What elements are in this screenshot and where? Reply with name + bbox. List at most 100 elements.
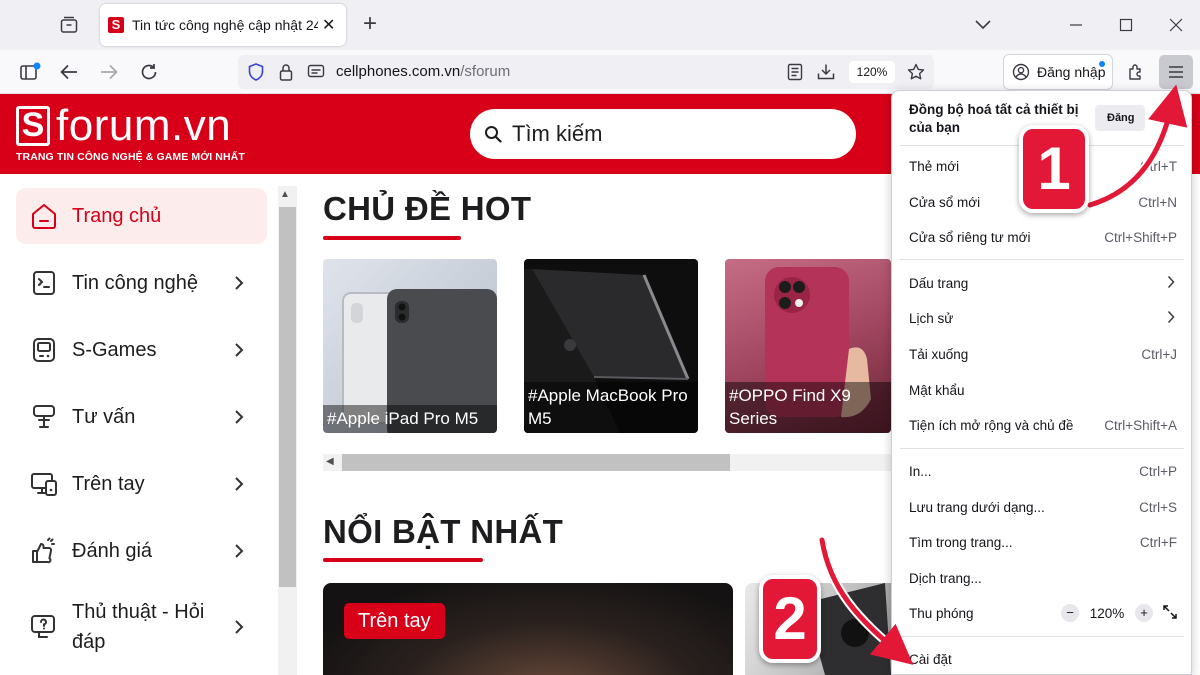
review-icon <box>28 535 60 567</box>
menu-item-find[interactable]: Tìm trong trang... Ctrl+F <box>909 530 1177 554</box>
page-info-icon[interactable] <box>306 62 326 82</box>
menu-item-settings[interactable]: Cài đặt <box>909 647 1177 671</box>
minimize-icon[interactable] <box>1066 15 1086 35</box>
menu-item-print[interactable]: In... Ctrl+P <box>909 459 1177 483</box>
fullscreen-icon[interactable] <box>1163 604 1177 622</box>
zoom-in-button[interactable]: + <box>1135 604 1153 622</box>
extensions-puzzle-icon[interactable] <box>1125 61 1147 83</box>
menu-item-label: Lưu trang dưới dạng... <box>909 499 1045 515</box>
tab-groups-icon[interactable] <box>58 14 80 36</box>
chevron-right-icon <box>1167 310 1175 327</box>
step-2-badge: 2 <box>759 575 821 663</box>
menu-item-label: Cài đặt <box>909 651 952 667</box>
url-path: /sforum <box>460 63 511 80</box>
hot-topics-underline <box>323 236 461 240</box>
menu-item-translate[interactable]: Dịch trang... <box>909 566 1177 590</box>
advice-icon <box>28 401 60 433</box>
menu-item-label: Thu phóng <box>909 605 974 621</box>
sidebar-item-advice[interactable]: Tư vấn <box>16 389 267 445</box>
menu-item-shortcut: Ctrl+N <box>1138 194 1177 210</box>
tab-bar: S Tin tức công nghệ cập nhật 24h ✕ + <box>0 0 1200 50</box>
menu-item-shortcut: Ctrl+T <box>1139 158 1177 174</box>
sync-signin-button[interactable]: Đăng <box>1095 105 1145 131</box>
cards-scrollbar-thumb[interactable] <box>342 454 730 471</box>
sidebar-item-home[interactable]: Trang chủ <box>16 188 267 244</box>
zoom-value[interactable]: 120% <box>1079 606 1135 621</box>
sidebar-item-hands-on[interactable]: Trên tay <box>16 456 267 512</box>
reload-icon[interactable] <box>138 61 160 83</box>
menu-item-downloads[interactable]: Tải xuống Ctrl+J <box>909 342 1177 366</box>
menu-item-label: Dịch trang... <box>909 570 982 586</box>
menu-separator <box>900 448 1184 449</box>
sidebar-item-label: Đánh giá <box>72 540 153 562</box>
hands-on-icon <box>28 468 60 500</box>
tab-close-icon[interactable]: ✕ <box>322 15 335 35</box>
sidebar-item-label: Thủ thuật - Hỏi đáp <box>72 601 205 653</box>
hot-card-macbook[interactable]: #Apple MacBook Pro M5 <box>524 259 698 433</box>
menu-item-history[interactable]: Lịch sử <box>909 306 1177 330</box>
sidebar-item-label: Tư vấn <box>72 406 136 428</box>
navigation-toolbar: cellphones.com.vn/sforum 120% Đăng nhập <box>0 50 1200 94</box>
featured-badge: Trên tay <box>344 603 445 639</box>
back-icon[interactable] <box>58 61 80 83</box>
url-text[interactable]: cellphones.com.vn/sforum <box>336 63 510 80</box>
menu-item-label: Lịch sử <box>909 310 954 326</box>
hot-card-ipad[interactable]: #Apple iPad Pro M5 <box>323 259 497 433</box>
signin-label: Đăng nhập <box>1037 64 1106 80</box>
menu-item-zoom: Thu phóng − 120% + <box>909 601 1177 625</box>
logo-name[interactable]: forum.vn <box>56 102 231 150</box>
zoom-indicator[interactable]: 120% <box>849 61 895 83</box>
sidebar-item-review[interactable]: Đánh giá <box>16 523 267 579</box>
scroll-up-arrow-icon[interactable]: ▲ <box>280 189 290 200</box>
home-icon <box>28 200 60 232</box>
bookmark-star-icon[interactable] <box>906 62 926 82</box>
tab-list-chevron-icon[interactable] <box>973 15 993 35</box>
new-tab-button[interactable]: + <box>358 10 382 37</box>
menu-item-shortcut: Ctrl+P <box>1139 463 1177 479</box>
forward-icon[interactable] <box>98 61 120 83</box>
menu-item-passwords[interactable]: Mật khẩu <box>909 378 1177 402</box>
zoom-out-button[interactable]: − <box>1061 604 1079 622</box>
app-menu-button[interactable] <box>1159 55 1193 89</box>
scroll-left-arrow-icon[interactable]: ◀ <box>326 456 334 467</box>
sidebar: Trang chủ Tin công nghệ S-Games Tư vấn T… <box>0 174 298 675</box>
menu-separator <box>900 259 1184 260</box>
news-icon <box>28 267 60 299</box>
address-bar[interactable]: cellphones.com.vn/sforum 120% <box>238 55 934 89</box>
menu-item-private-window[interactable]: Cửa sổ riêng tư mới Ctrl+Shift+P <box>909 225 1177 249</box>
menu-item-shortcut: Ctrl+Shift+P <box>1104 229 1177 245</box>
account-signin-button[interactable]: Đăng nhập <box>1003 54 1113 90</box>
tab-title: Tin tức công nghệ cập nhật 24h <box>132 17 318 33</box>
sidebar-item-label: Trên tay <box>72 473 145 495</box>
sidebar-scrollbar-thumb[interactable] <box>279 207 296 587</box>
menu-item-shortcut: Ctrl+S <box>1139 499 1177 515</box>
chevron-right-icon <box>1167 275 1175 292</box>
featured-underline <box>323 558 483 562</box>
menu-item-label: Dấu trang <box>909 275 969 291</box>
sidebar-toggle-icon[interactable] <box>18 61 42 83</box>
chevron-right-icon <box>229 342 249 358</box>
zoom-controls: − 120% + <box>1061 604 1177 622</box>
menu-item-label: Tiện ích mở rộng và chủ đề <box>909 417 1074 433</box>
lock-icon[interactable] <box>276 62 296 82</box>
menu-item-bookmarks[interactable]: Dấu trang <box>909 271 1177 295</box>
sidebar-item-tips[interactable]: Thủ thuật - Hỏi đáp <box>16 594 267 660</box>
maximize-icon[interactable] <box>1116 15 1136 35</box>
tracking-protection-shield-icon[interactable] <box>246 62 266 82</box>
menu-item-shortcut: Ctrl+J <box>1141 346 1177 362</box>
card-caption: #OPPO Find X9 Series <box>725 382 891 433</box>
menu-item-label: Cửa sổ riêng tư mới <box>909 229 1031 245</box>
reader-view-icon[interactable] <box>785 62 805 82</box>
save-to-pocket-icon[interactable] <box>816 62 836 82</box>
menu-item-label: In... <box>909 463 932 479</box>
hot-card-oppo[interactable]: #OPPO Find X9 Series <box>725 259 891 433</box>
menu-item-save-page[interactable]: Lưu trang dưới dạng... Ctrl+S <box>909 495 1177 519</box>
sidebar-item-sgames[interactable]: S-Games <box>16 322 267 378</box>
close-window-icon[interactable] <box>1166 15 1186 35</box>
logo-tagline: TRANG TIN CÔNG NGHỆ & GAME MỚI NHẤT <box>16 151 245 163</box>
menu-item-addons-themes[interactable]: Tiện ích mở rộng và chủ đề Ctrl+Shift+A <box>909 413 1177 437</box>
active-tab[interactable]: S Tin tức công nghệ cập nhật 24h ✕ <box>100 4 346 46</box>
search-input[interactable]: Tìm kiếm <box>470 109 856 159</box>
sforum-logo-icon[interactable]: S <box>16 106 50 146</box>
sidebar-item-tech-news[interactable]: Tin công nghệ <box>16 255 267 311</box>
